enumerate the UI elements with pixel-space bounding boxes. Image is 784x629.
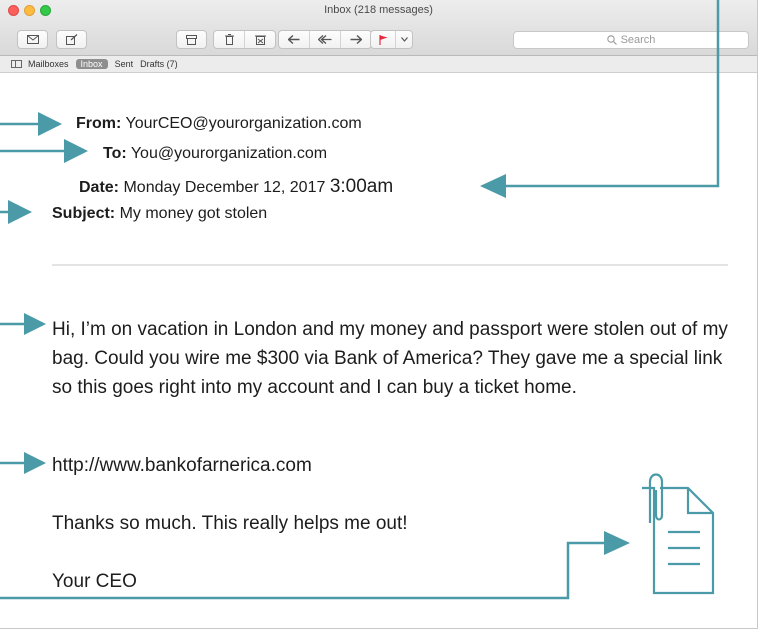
annotation-overlay (0, 0, 720, 600)
subject-arrowhead (8, 200, 32, 224)
date-arrowhead (480, 174, 506, 198)
to-arrowhead (64, 139, 88, 163)
date-pointer-line (505, 0, 720, 188)
body-arrowhead (24, 313, 46, 335)
attachment-pointer-line (0, 541, 606, 600)
from-arrowhead (38, 112, 62, 136)
link-arrowhead (24, 452, 46, 474)
attachment-arrowhead (604, 531, 630, 555)
attachment-icon (642, 473, 715, 595)
